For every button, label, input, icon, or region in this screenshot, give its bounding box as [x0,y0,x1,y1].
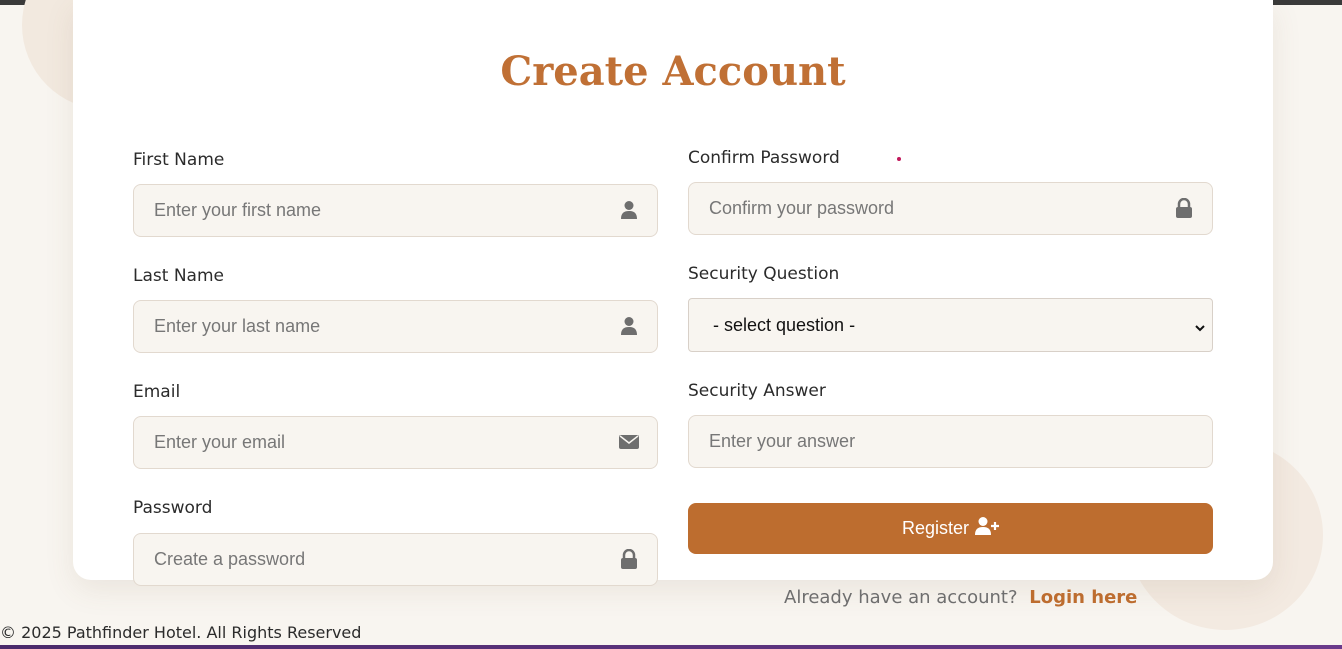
last-name-input[interactable] [154,301,614,352]
chevron-down-icon [1194,318,1206,339]
email-input[interactable] [154,417,614,468]
password-input[interactable] [154,534,614,585]
login-link[interactable]: Login here [1029,587,1137,608]
user-icon [619,315,639,337]
first-name-label: First Name [133,150,225,170]
security-answer-field[interactable] [688,415,1213,468]
first-name-input[interactable] [154,185,614,236]
register-card: Create Account [73,0,1273,580]
user-icon [619,199,639,221]
confirm-password-input[interactable] [709,183,1169,234]
security-question-label: Security Question [688,264,840,284]
email-label: Email [133,382,181,402]
lock-icon [1174,197,1194,219]
page-title: Create Account [500,48,846,95]
required-dot [897,157,901,161]
lock-icon [619,548,639,570]
register-button[interactable]: Register [688,503,1213,554]
login-prompt-text: Already have an account? [784,587,1018,608]
confirm-password-label: Confirm Password [688,148,840,168]
register-button-label: Register [901,518,970,538]
security-answer-input[interactable] [709,416,1169,467]
bottom-bar [0,645,1342,649]
email-field[interactable] [133,416,658,469]
security-question-select[interactable]: - select question - [688,298,1213,352]
user-plus-icon [975,516,1000,541]
last-name-field[interactable] [133,300,658,353]
footer-copyright: © 2025 Pathfinder Hotel. All Rights Rese… [0,623,362,642]
last-name-label: Last Name [133,266,224,286]
login-prompt: Already have an account? Login here [784,587,1137,608]
envelope-icon [619,431,639,453]
confirm-password-field[interactable] [688,182,1213,235]
security-answer-label: Security Answer [688,381,826,401]
password-field[interactable] [133,533,658,586]
password-label: Password [133,498,213,518]
security-question-selected: - select question - [713,314,856,335]
first-name-field[interactable] [133,184,658,237]
